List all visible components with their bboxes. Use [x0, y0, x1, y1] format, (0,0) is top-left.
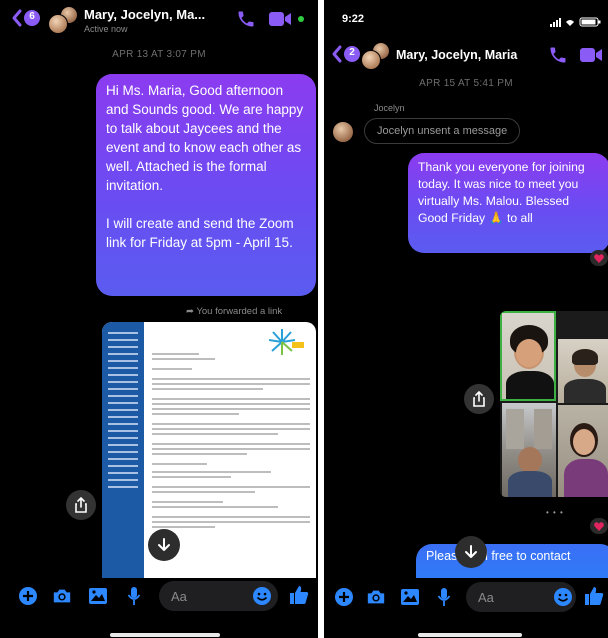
- share-button[interactable]: [66, 490, 96, 520]
- message-input-placeholder: Aa: [171, 588, 187, 604]
- sender-avatar[interactable]: [332, 121, 354, 143]
- voice-message-button[interactable]: [434, 587, 454, 607]
- video-tile-1: [500, 311, 556, 401]
- share-icon: [473, 391, 485, 407]
- emoji-button[interactable]: [553, 587, 573, 607]
- heart-icon: [594, 253, 604, 263]
- home-indicator: [110, 633, 220, 637]
- video-camera-icon: [269, 12, 291, 26]
- back-button[interactable]: 2: [332, 44, 362, 64]
- sent-message-bubble[interactable]: Thank you everyone for joining today. It…: [408, 153, 608, 253]
- home-indicator: [418, 633, 522, 637]
- status-icons: [550, 14, 602, 27]
- share-icon: [75, 497, 87, 513]
- smiley-icon: [253, 587, 271, 605]
- gallery-button[interactable]: [88, 586, 108, 606]
- image-icon: [89, 588, 107, 604]
- back-button[interactable]: 6: [12, 8, 42, 28]
- heart-reaction[interactable]: [590, 250, 608, 266]
- forward-arrow-icon: ➦: [186, 306, 197, 317]
- share-button[interactable]: [464, 384, 494, 414]
- plus-circle-icon: [19, 587, 37, 605]
- camera-button[interactable]: [52, 586, 72, 606]
- message-timestamp: APR 15 AT 5:41 PM: [419, 78, 513, 89]
- message-input-placeholder: Aa: [478, 589, 494, 605]
- scroll-to-bottom-button[interactable]: [148, 529, 180, 561]
- document-sidebar: [102, 322, 144, 578]
- camera-button[interactable]: [366, 587, 386, 607]
- message-text: Thank you everyone for joining today. It…: [418, 160, 585, 225]
- microphone-icon: [127, 587, 141, 605]
- emoji-button[interactable]: [252, 586, 272, 606]
- video-tile-3: [502, 403, 556, 497]
- message-text-paragraph-2: I will create and send the Zoom link for…: [106, 216, 294, 250]
- heart-icon: [594, 521, 604, 531]
- unread-badge: 6: [29, 11, 35, 22]
- video-call-button[interactable]: [580, 47, 604, 63]
- left-conversation-panel: 6 Mary, Jocelyn, Ma... Active now APR 13…: [0, 0, 318, 638]
- image-icon: [401, 589, 419, 605]
- forwarded-note-text: You forwarded a link: [196, 306, 283, 317]
- conversation-title[interactable]: Mary, Jocelyn, Ma...: [84, 7, 205, 22]
- unsent-message-pill: Jocelyn unsent a message: [364, 118, 521, 144]
- video-tile-4: [558, 405, 608, 497]
- sender-label: Jocelyn: [374, 103, 405, 113]
- forwarded-document-preview[interactable]: [102, 322, 316, 578]
- status-time: 9:22: [342, 13, 365, 25]
- camera-icon: [53, 589, 71, 603]
- phone-icon: [550, 47, 566, 63]
- video-tile-2: [558, 339, 608, 403]
- heart-reaction-2[interactable]: [590, 518, 608, 534]
- thumbs-up-icon: [290, 586, 309, 604]
- phone-icon: [238, 11, 254, 27]
- arrow-down-icon: [158, 538, 170, 551]
- more-actions-button[interactable]: [334, 587, 354, 607]
- like-button[interactable]: [289, 585, 309, 605]
- arrow-down-icon: [465, 545, 477, 558]
- microphone-icon: [437, 588, 451, 606]
- forwarded-note: ➦ You forwarded a link: [186, 306, 282, 317]
- message-timestamp: APR 13 AT 3:07 PM: [112, 49, 206, 60]
- active-status: Active now: [84, 24, 128, 34]
- scroll-to-bottom-button[interactable]: [455, 536, 487, 568]
- battery-icon: [579, 17, 601, 27]
- smiley-icon: [554, 588, 572, 606]
- camera-icon: [367, 590, 385, 604]
- message-text-paragraph-1: Hi Ms. Maria, Good afternoon and Sounds …: [106, 83, 304, 193]
- wifi-icon: [566, 20, 574, 26]
- unsent-message-text: Jocelyn unsent a message: [377, 125, 508, 137]
- video-call-button[interactable]: [269, 11, 293, 27]
- active-dot: [298, 16, 304, 22]
- group-avatar-front[interactable]: [48, 14, 68, 34]
- audio-call-button[interactable]: [548, 45, 568, 65]
- unread-badge: 2: [349, 47, 355, 58]
- seen-dots: • • •: [546, 508, 564, 517]
- thumbs-up-icon: [585, 587, 604, 605]
- like-button[interactable]: [584, 586, 604, 606]
- gallery-button[interactable]: [400, 587, 420, 607]
- shared-photo[interactable]: [500, 311, 608, 497]
- partial-message-bubble[interactable]: Please feel free to contact: [416, 544, 608, 578]
- conversation-title[interactable]: Mary, Jocelyn, Maria: [396, 48, 517, 62]
- document-body-text: [152, 350, 310, 531]
- signal-icon: [550, 18, 561, 27]
- right-conversation-panel: 9:22 2 Mary, Jocelyn, Maria APR 15 AT 5:…: [324, 0, 608, 638]
- voice-message-button[interactable]: [124, 586, 144, 606]
- audio-call-button[interactable]: [236, 9, 256, 29]
- partial-message-text: Please feel free to contact: [426, 549, 571, 563]
- composer-toolbar: Aa: [324, 578, 608, 638]
- video-camera-icon: [580, 48, 602, 62]
- more-actions-button[interactable]: [18, 586, 38, 606]
- plus-circle-icon: [335, 588, 353, 606]
- sent-message-bubble[interactable]: Hi Ms. Maria, Good afternoon and Sounds …: [96, 74, 316, 296]
- composer-toolbar: Aa: [0, 578, 318, 638]
- group-avatar-front[interactable]: [361, 50, 381, 70]
